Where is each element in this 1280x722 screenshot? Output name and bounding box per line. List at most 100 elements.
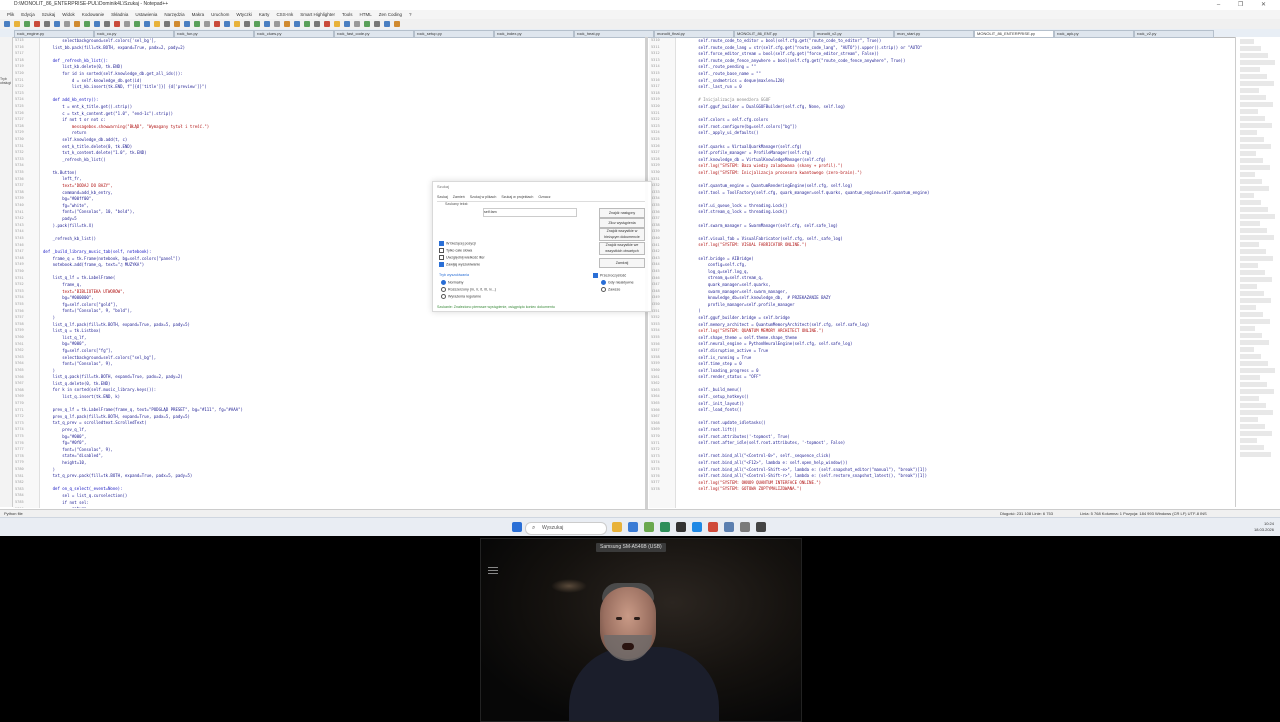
code-line[interactable]: return bbox=[43, 506, 640, 508]
document-tab[interactable]: rock_heat.py bbox=[574, 30, 654, 38]
menu-item[interactable]: Tools bbox=[342, 10, 353, 19]
code-line[interactable]: self.force_editor_stream = bool(self.cfg… bbox=[679, 51, 1230, 58]
notepadpp-icon[interactable] bbox=[660, 522, 670, 532]
code-line[interactable]: d = self.knowledge_db.get(id) bbox=[43, 78, 640, 85]
count-button[interactable]: Zlicz wystąpienia bbox=[599, 218, 645, 228]
code-line[interactable]: list_q = tk.Listbox( bbox=[43, 328, 640, 335]
toolbar-button-icon[interactable] bbox=[124, 21, 130, 27]
code-line[interactable]: self.log("SYSTEM: Baza wiedzy zaladowana… bbox=[679, 163, 1230, 170]
menu-item[interactable]: Ustawienia bbox=[135, 10, 157, 19]
code-line[interactable]: swarm_manager=self.swarm_manager, bbox=[679, 289, 1230, 296]
option-wrap[interactable]: Zawijaj wyszukiwanie bbox=[439, 262, 480, 267]
code-line[interactable]: self.is_running = True bbox=[679, 355, 1230, 362]
code-line[interactable]: self.gguf_builder = DualGGUFBuilder(self… bbox=[679, 104, 1230, 111]
menu-item[interactable]: Kodowanie bbox=[82, 10, 104, 19]
document-tab[interactable]: rock_index.py bbox=[494, 30, 574, 38]
start-icon[interactable] bbox=[512, 522, 522, 532]
code-line[interactable]: self.route_code_fence_anywhere = bool(se… bbox=[679, 58, 1230, 65]
toolbar-button-icon[interactable] bbox=[114, 21, 120, 27]
code-line[interactable]: self.quarks = VirtualQuarkManager(self.c… bbox=[679, 144, 1230, 151]
document-tab[interactable]: MONOLIT_86_ENTERPRISE.py bbox=[974, 30, 1054, 38]
code-line[interactable]: for k in sorted(self.music_library.keys(… bbox=[43, 387, 640, 394]
code-line[interactable]: list_q.delete(0, tk.END) bbox=[43, 381, 640, 388]
code-line[interactable] bbox=[679, 137, 1230, 144]
code-line[interactable]: def add_kb_entry(): bbox=[43, 97, 640, 104]
transparency-inactive[interactable]: Gdy nieaktywne bbox=[601, 280, 634, 285]
code-line[interactable]: self.stream_q_lock = threading.Lock() bbox=[679, 209, 1230, 216]
code-line[interactable]: self.profile_manager = ProfileManager(se… bbox=[679, 150, 1230, 157]
code-line[interactable]: log_q=self.log_q, bbox=[679, 269, 1230, 276]
mode-extended[interactable]: Rozszerzony (\n, \r, \t, \0, \x...) bbox=[441, 287, 496, 292]
mode-regex[interactable]: Wyrażenia regularne bbox=[441, 294, 481, 299]
find-dialog-tab[interactable]: Szukaj bbox=[437, 195, 448, 199]
code-line[interactable]: self.root.after_idle(self.root.attribute… bbox=[679, 440, 1230, 447]
menu-item[interactable]: Smart Highlighter bbox=[300, 10, 335, 19]
toolbar-button-icon[interactable] bbox=[214, 21, 220, 27]
code-line[interactable]: config=self.cfg, bbox=[679, 262, 1230, 269]
code-area-right[interactable]: self.route_code_to_editor = bool(self.cf… bbox=[679, 38, 1230, 508]
toolbar-button-icon[interactable] bbox=[284, 21, 290, 27]
code-line[interactable]: font=("Consolas", 9), bbox=[43, 447, 640, 454]
code-line[interactable]: txt_k_content.delete("1.0", tk.END) bbox=[43, 150, 640, 157]
code-line[interactable]: ent_k_title.delete(0, tk.END) bbox=[43, 144, 640, 151]
code-line[interactable]: height=10, bbox=[43, 460, 640, 467]
browser-icon[interactable] bbox=[692, 522, 702, 532]
option-current-position[interactable]: W bieżącej pozycji bbox=[439, 241, 476, 246]
toolbar-button-icon[interactable] bbox=[4, 21, 10, 27]
menu-item[interactable]: Zen Coding bbox=[379, 10, 402, 19]
app-icon[interactable] bbox=[724, 522, 734, 532]
code-line[interactable]: self.root.bind_all("<F12>", lambda e: se… bbox=[679, 460, 1230, 467]
toolbar-button-icon[interactable] bbox=[44, 21, 50, 27]
find-dialog-tab[interactable]: Zamień bbox=[453, 195, 465, 199]
toolbar-button-icon[interactable] bbox=[334, 21, 340, 27]
menu-item[interactable]: HTML bbox=[359, 10, 371, 19]
code-line[interactable]: t = ent_k_title.get().strip() bbox=[43, 104, 640, 111]
code-line[interactable]: self.disruption_active = True bbox=[679, 348, 1230, 355]
code-line[interactable]: self.root.bind_all("<Control-0>", self._… bbox=[679, 453, 1230, 460]
code-line[interactable]: list_q_lf.pack(fill=tk.BOTH, expand=True… bbox=[43, 322, 640, 329]
window-controls[interactable]: – ❐ ✕ bbox=[1217, 1, 1274, 8]
code-line[interactable]: self.log("SYSTEM: Inicjalizacja procesor… bbox=[679, 170, 1230, 177]
document-map-panel[interactable] bbox=[1235, 37, 1280, 507]
close-button[interactable]: Zamknij bbox=[599, 258, 645, 268]
code-line[interactable]: list_kb.delete(0, tk.END) bbox=[43, 64, 640, 71]
code-line[interactable] bbox=[43, 51, 640, 58]
document-tab[interactable]: monolit_v2.py bbox=[814, 30, 894, 38]
code-line[interactable]: self.log("SYSTEM: GOTOWA ZOPTYMALIZOWANA… bbox=[679, 486, 1230, 493]
code-line[interactable]: # Inicjalizacja menedżera GGUF bbox=[679, 97, 1230, 104]
code-line[interactable]: quark_manager=self.quarks, bbox=[679, 282, 1230, 289]
toolbar-button-icon[interactable] bbox=[364, 21, 370, 27]
menu-item[interactable]: Składnia bbox=[111, 10, 128, 19]
code-line[interactable]: tk.Button( bbox=[43, 170, 640, 177]
find-input[interactable]: self.fam bbox=[483, 208, 577, 217]
system-tray-clock[interactable]: 10:24 18.03.2026 bbox=[1254, 521, 1274, 533]
taskbar-search[interactable]: ⌕ Wyszukaj bbox=[525, 522, 607, 535]
code-line[interactable]: for id in sorted(self.knowledge_db.get_a… bbox=[43, 71, 640, 78]
editor-right-pane[interactable]: 5310 5311 5312 5313 5314 5315 5316 5317 5318 5319… bbox=[649, 38, 1234, 508]
document-tab[interactable]: monolit_final.py bbox=[654, 30, 734, 38]
code-line[interactable]: self.knowledge_db.add(t, c) bbox=[43, 137, 640, 144]
code-line[interactable]: list_kb.insert(tk.END, f"[{d['title']}] … bbox=[43, 84, 640, 91]
code-line[interactable]: self.root.update_idletasks() bbox=[679, 420, 1230, 427]
hamburger-menu-icon[interactable] bbox=[488, 567, 498, 576]
code-line[interactable]: if not t or not c: bbox=[43, 117, 640, 124]
code-line[interactable] bbox=[43, 163, 640, 170]
code-line[interactable]: messagebox.showwarning("BŁĄD", "Wymagany… bbox=[43, 124, 640, 131]
toolbar-button-icon[interactable] bbox=[64, 21, 70, 27]
find-next-button[interactable]: Znajdź następny bbox=[599, 208, 645, 218]
code-line[interactable]: txt_q_prev.pack(fill=tk.BOTH, expand=Tru… bbox=[43, 473, 640, 480]
app-icon[interactable] bbox=[756, 522, 766, 532]
document-tab[interactable]: rock_fun.py bbox=[174, 30, 254, 38]
app-icon[interactable] bbox=[740, 522, 750, 532]
code-line[interactable]: font=("Consolas", 9), bbox=[43, 361, 640, 368]
find-dialog-tab[interactable]: Oznacz bbox=[538, 195, 550, 199]
code-line[interactable]: self.time_step = 0 bbox=[679, 361, 1230, 368]
toolbar-button-icon[interactable] bbox=[194, 21, 200, 27]
option-whole-words[interactable]: Tylko całe słowa bbox=[439, 248, 472, 253]
code-line[interactable]: self._apply_ui_defaults() bbox=[679, 130, 1230, 137]
toolbar-button-icon[interactable] bbox=[294, 21, 300, 27]
code-line[interactable]: self._build_menu() bbox=[679, 387, 1230, 394]
menu-item[interactable]: Karty bbox=[259, 10, 270, 19]
code-line[interactable] bbox=[679, 91, 1230, 98]
code-line[interactable]: self.gguf_builder.bridge = self.bridge bbox=[679, 315, 1230, 322]
